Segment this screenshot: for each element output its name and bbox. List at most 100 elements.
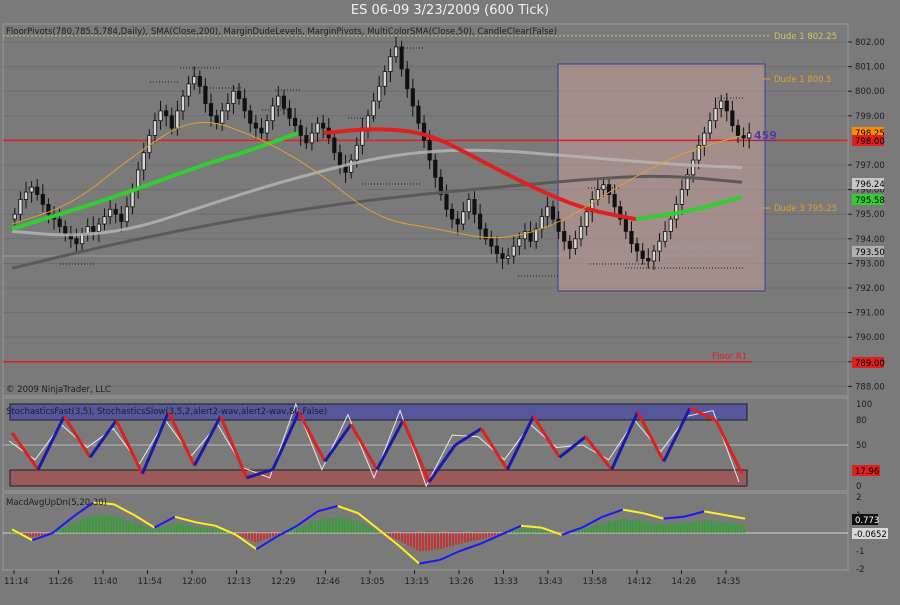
chart-canvas: Dude 1 802.25 Dude 1 800.5 Dude 3 795.25 Fl… [2,23,888,587]
stoch-tick-label: 100 [856,400,872,410]
candle-body [337,152,343,166]
macd-zero-text: -0.0652 [854,530,887,540]
candle-body [281,95,286,109]
price-tick-label: 788.00 [855,382,885,392]
candle-body [719,100,724,109]
candle-body [175,110,180,129]
level-label: Dude 1 802.25 [774,32,837,42]
candle-body [433,159,438,178]
candle-body [584,211,589,227]
level-label: Dude 3 795.25 [774,204,837,214]
candle-body [287,108,292,119]
candle-body [595,189,600,200]
candle-body [332,137,337,154]
time-tick-label: 13:33 [494,577,519,587]
candle-body [180,95,186,112]
value-badge-text: 798.00 [855,137,885,147]
candle-body [124,206,130,222]
copyright-label: © 2009 NinjaTrader, LLC [6,385,111,395]
candle-body [421,122,427,141]
candle-body [416,105,421,124]
candle-body [309,132,315,144]
stoch-badge-text: 17.96 [855,467,879,477]
candle-body [506,255,511,259]
price-axis: 802.00801.00800.00799.00797.00796.00795.… [848,38,885,392]
macd-tick-label: -2 [856,565,864,575]
price-tick-label: 797.00 [855,161,885,171]
candle-body [164,110,169,117]
candle-body [225,103,230,112]
candle-body [724,100,729,112]
candle-body [276,95,281,107]
time-tick-label: 11:26 [49,577,74,587]
candle-body [63,226,68,235]
macd-value-text: 0.773 [855,516,879,526]
candle-body [399,46,404,70]
candle-body [270,105,275,122]
candle-body [248,110,253,124]
candle-body [702,132,707,146]
candle-body [511,245,516,257]
chart-window: ES 06-09 3/23/2009 (600 Tick) Dude 1 802… [0,0,900,605]
time-tick-label: 11:54 [138,577,163,587]
candle-body [152,120,158,136]
candle-body [321,122,326,129]
candle-body [472,199,477,215]
price-tick-label: 793.00 [855,259,885,269]
time-tick-label: 13:43 [538,577,563,587]
candle-body [634,243,640,252]
candle-body [186,83,191,97]
candle-body [405,68,410,90]
price-indicators-label: FloorPivots(780,785.5,784,Daily), SMA(Cl… [6,27,557,37]
time-tick-label: 14:35 [716,577,741,587]
stoch-label: StochasticsFast(3,5), StochasticsSlow(3,… [6,407,327,417]
candle-body [713,108,718,122]
candle-body [220,110,225,124]
candle-body [23,191,29,200]
candle-body [35,186,40,195]
candle-body [208,103,214,117]
macd-tick-label: 2 [856,493,861,503]
price-tick-label: 800.00 [855,87,885,97]
value-badge-text: 796.24 [855,180,885,190]
value-badge-text: 789.00 [855,359,885,369]
candle-body [382,71,387,87]
candle-body [349,159,354,173]
candle-body [612,194,617,208]
candle-body [691,159,696,176]
time-tick-label: 12:29 [271,577,296,587]
candle-body [629,231,634,245]
price-tick-label: 790.00 [855,333,885,343]
candle-body [298,125,303,136]
level-label: Dude 1 800.5 [774,75,832,85]
candle-body [539,216,544,230]
candle-body [663,231,668,242]
candle-body [461,211,466,225]
macd-label: MacdAvgUpDn(5,20,30) [6,498,107,508]
box-count-label: 459 [754,129,777,142]
candle-body [371,100,376,117]
candle-body [646,258,651,262]
candle-body [12,213,17,220]
candle-body [500,253,505,259]
candle-body [449,208,455,220]
stoch-tick-label: 50 [856,441,867,451]
price-tick-label: 802.00 [855,38,885,48]
candle-body [141,152,146,171]
candle-body [169,115,174,129]
stoch-oversold-band [9,469,748,487]
candle-body [601,184,606,190]
candle-body [730,110,735,127]
candle-body [242,98,247,112]
candle-body [494,245,500,254]
candle-body [466,199,471,213]
candle-body [623,218,628,232]
stoch-tick-label: 0 [856,482,861,492]
candle-body [455,218,460,225]
time-tick-label: 14:26 [672,577,697,587]
candle-body [735,125,741,136]
candle-body [74,238,79,245]
stoch-axis: 100805020017.96 [852,400,880,492]
level-label: Floor R2-R1 Midpoint [663,243,753,253]
candle-body [108,208,113,218]
